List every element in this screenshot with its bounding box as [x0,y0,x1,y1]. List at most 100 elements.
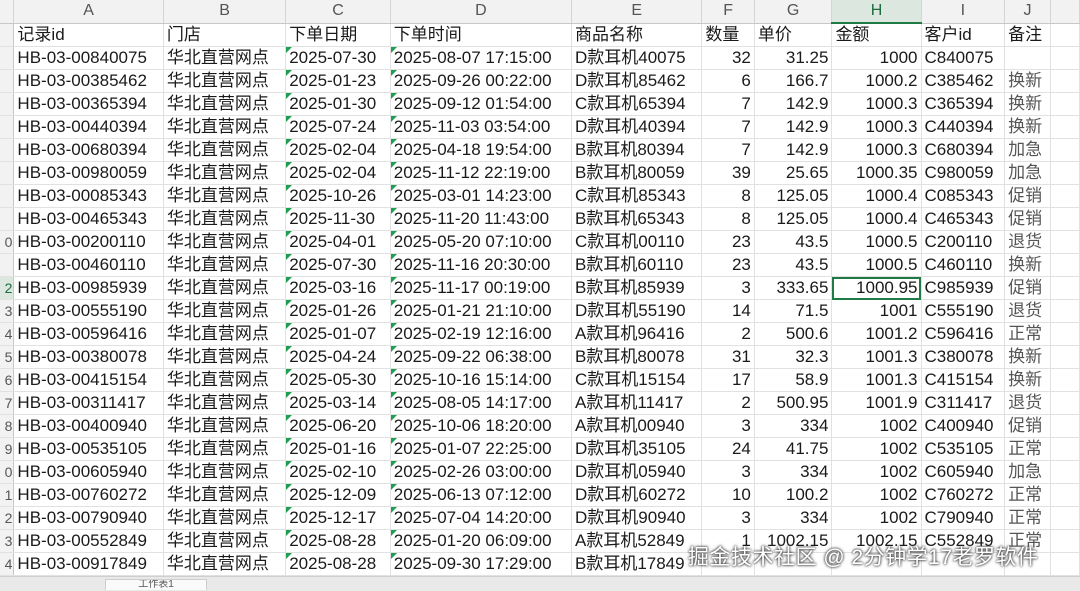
table-cell[interactable]: A款耳机96416 [571,322,703,346]
empty-cell[interactable] [1050,299,1080,323]
table-cell[interactable]: 2025-12-09 [285,483,391,507]
header-cell[interactable]: 备注 [1004,23,1051,47]
column-letter-I[interactable]: I [921,0,1006,24]
table-cell[interactable]: C款耳机00110 [571,230,703,254]
table-cell[interactable]: C款耳机85343 [571,184,703,208]
row-number[interactable] [0,207,15,231]
table-cell[interactable]: 17 [701,368,755,392]
table-cell[interactable]: 43.5 [754,230,833,254]
row-number[interactable] [0,69,15,93]
table-cell[interactable]: 2025-10-16 15:14:00 [390,368,572,392]
table-cell[interactable]: B款耳机80078 [571,345,703,369]
empty-cell[interactable] [1050,115,1080,139]
table-cell[interactable]: B款耳机85939 [571,276,703,300]
table-cell[interactable]: 换新 [1004,253,1051,277]
row-number[interactable] [0,46,15,70]
table-cell[interactable]: 166.7 [754,69,833,93]
table-cell[interactable]: 退货 [1004,230,1051,254]
table-cell[interactable]: HB-03-00365394 [13,92,164,116]
table-cell[interactable]: C465343 [921,207,1006,231]
empty-cell[interactable] [1050,368,1080,392]
table-cell[interactable]: 退货 [1004,299,1051,323]
table-cell[interactable]: 2025-09-26 00:22:00 [390,69,572,93]
table-cell[interactable]: A款耳机52849 [571,529,703,553]
sheet-tab[interactable]: 工作表1 [105,579,207,590]
table-cell[interactable]: C555190 [921,299,1006,323]
table-cell[interactable]: HB-03-00200110 [13,230,164,254]
table-cell[interactable]: 3 [701,506,755,530]
column-letter-B[interactable]: B [163,0,287,24]
table-cell[interactable]: HB-03-00400940 [13,414,164,438]
empty-cell[interactable] [1050,345,1080,369]
table-cell[interactable]: 1000 [831,46,922,70]
table-cell[interactable]: 500.95 [754,391,833,415]
row-number[interactable]: 9 [0,437,15,461]
table-cell[interactable]: A款耳机00940 [571,414,703,438]
table-cell[interactable]: 华北直营网点 [163,483,287,507]
table-cell[interactable]: 2025-05-30 [285,368,391,392]
table-cell[interactable]: 促销 [1004,276,1051,300]
table-cell[interactable]: 华北直营网点 [163,414,287,438]
table-cell[interactable]: 2025-01-07 [285,322,391,346]
table-cell[interactable]: 2025-09-22 06:38:00 [390,345,572,369]
table-cell[interactable]: B款耳机60110 [571,253,703,277]
row-number[interactable]: 3 [0,299,15,323]
table-cell[interactable]: 2025-11-03 03:54:00 [390,115,572,139]
table-cell[interactable]: 2025-04-24 [285,345,391,369]
table-cell[interactable]: 华北直营网点 [163,322,287,346]
table-cell[interactable]: 1000.35 [831,161,922,185]
table-cell[interactable]: 2025-07-30 [285,46,391,70]
table-cell[interactable]: 25.65 [754,161,833,185]
table-cell[interactable]: 2025-01-30 [285,92,391,116]
table-cell[interactable]: HB-03-00840075 [13,46,164,70]
table-cell[interactable]: 华北直营网点 [163,184,287,208]
row-number[interactable] [0,92,15,116]
row-number[interactable]: 7 [0,391,15,415]
empty-cell[interactable] [1050,276,1080,300]
table-cell[interactable]: 正常 [1004,437,1051,461]
table-cell[interactable]: C680394 [921,138,1006,162]
table-cell[interactable]: 39 [701,161,755,185]
table-cell[interactable]: 24 [701,437,755,461]
table-cell[interactable]: 7 [701,92,755,116]
table-cell[interactable]: 125.05 [754,184,833,208]
table-cell[interactable]: 6 [701,69,755,93]
table-cell[interactable]: C840075 [921,46,1006,70]
table-cell[interactable]: 华北直营网点 [163,437,287,461]
table-cell[interactable]: D款耳机85462 [571,69,703,93]
table-cell[interactable]: 142.9 [754,138,833,162]
header-cell[interactable]: 单价 [754,23,833,47]
table-cell[interactable]: 2025-03-01 14:23:00 [390,184,572,208]
table-cell[interactable] [1004,46,1051,70]
empty-cell[interactable] [1050,437,1080,461]
table-cell[interactable]: 1002 [831,483,922,507]
table-cell[interactable]: HB-03-00790940 [13,506,164,530]
table-cell[interactable]: HB-03-00605940 [13,460,164,484]
table-cell[interactable]: 2025-07-04 14:20:00 [390,506,572,530]
row-number[interactable]: 0 [0,460,15,484]
table-cell[interactable]: 2025-03-14 [285,391,391,415]
table-cell[interactable]: C460110 [921,253,1006,277]
table-cell[interactable]: C535105 [921,437,1006,461]
table-cell[interactable]: 10 [701,483,755,507]
table-cell[interactable]: 2025-07-30 [285,253,391,277]
empty-cell[interactable] [1050,23,1080,47]
table-cell[interactable]: 华北直营网点 [163,506,287,530]
table-cell[interactable]: C605940 [921,460,1006,484]
row-number[interactable]: 1 [0,483,15,507]
table-cell[interactable]: 2025-04-01 [285,230,391,254]
table-cell[interactable]: 华北直营网点 [163,92,287,116]
table-cell[interactable]: HB-03-00460110 [13,253,164,277]
table-cell[interactable]: 2025-02-04 [285,138,391,162]
row-number[interactable] [0,138,15,162]
table-cell[interactable]: 1001.9 [831,391,922,415]
table-cell[interactable]: 1001.3 [831,368,922,392]
table-cell[interactable]: HB-03-00535105 [13,437,164,461]
empty-cell[interactable] [1050,552,1080,576]
table-cell[interactable]: 2025-09-12 01:54:00 [390,92,572,116]
column-letter-F[interactable]: F [701,0,755,24]
table-cell[interactable]: D款耳机40394 [571,115,703,139]
table-cell[interactable]: 2025-08-07 17:15:00 [390,46,572,70]
row-number[interactable]: 8 [0,414,15,438]
table-cell[interactable]: 2025-05-20 07:10:00 [390,230,572,254]
